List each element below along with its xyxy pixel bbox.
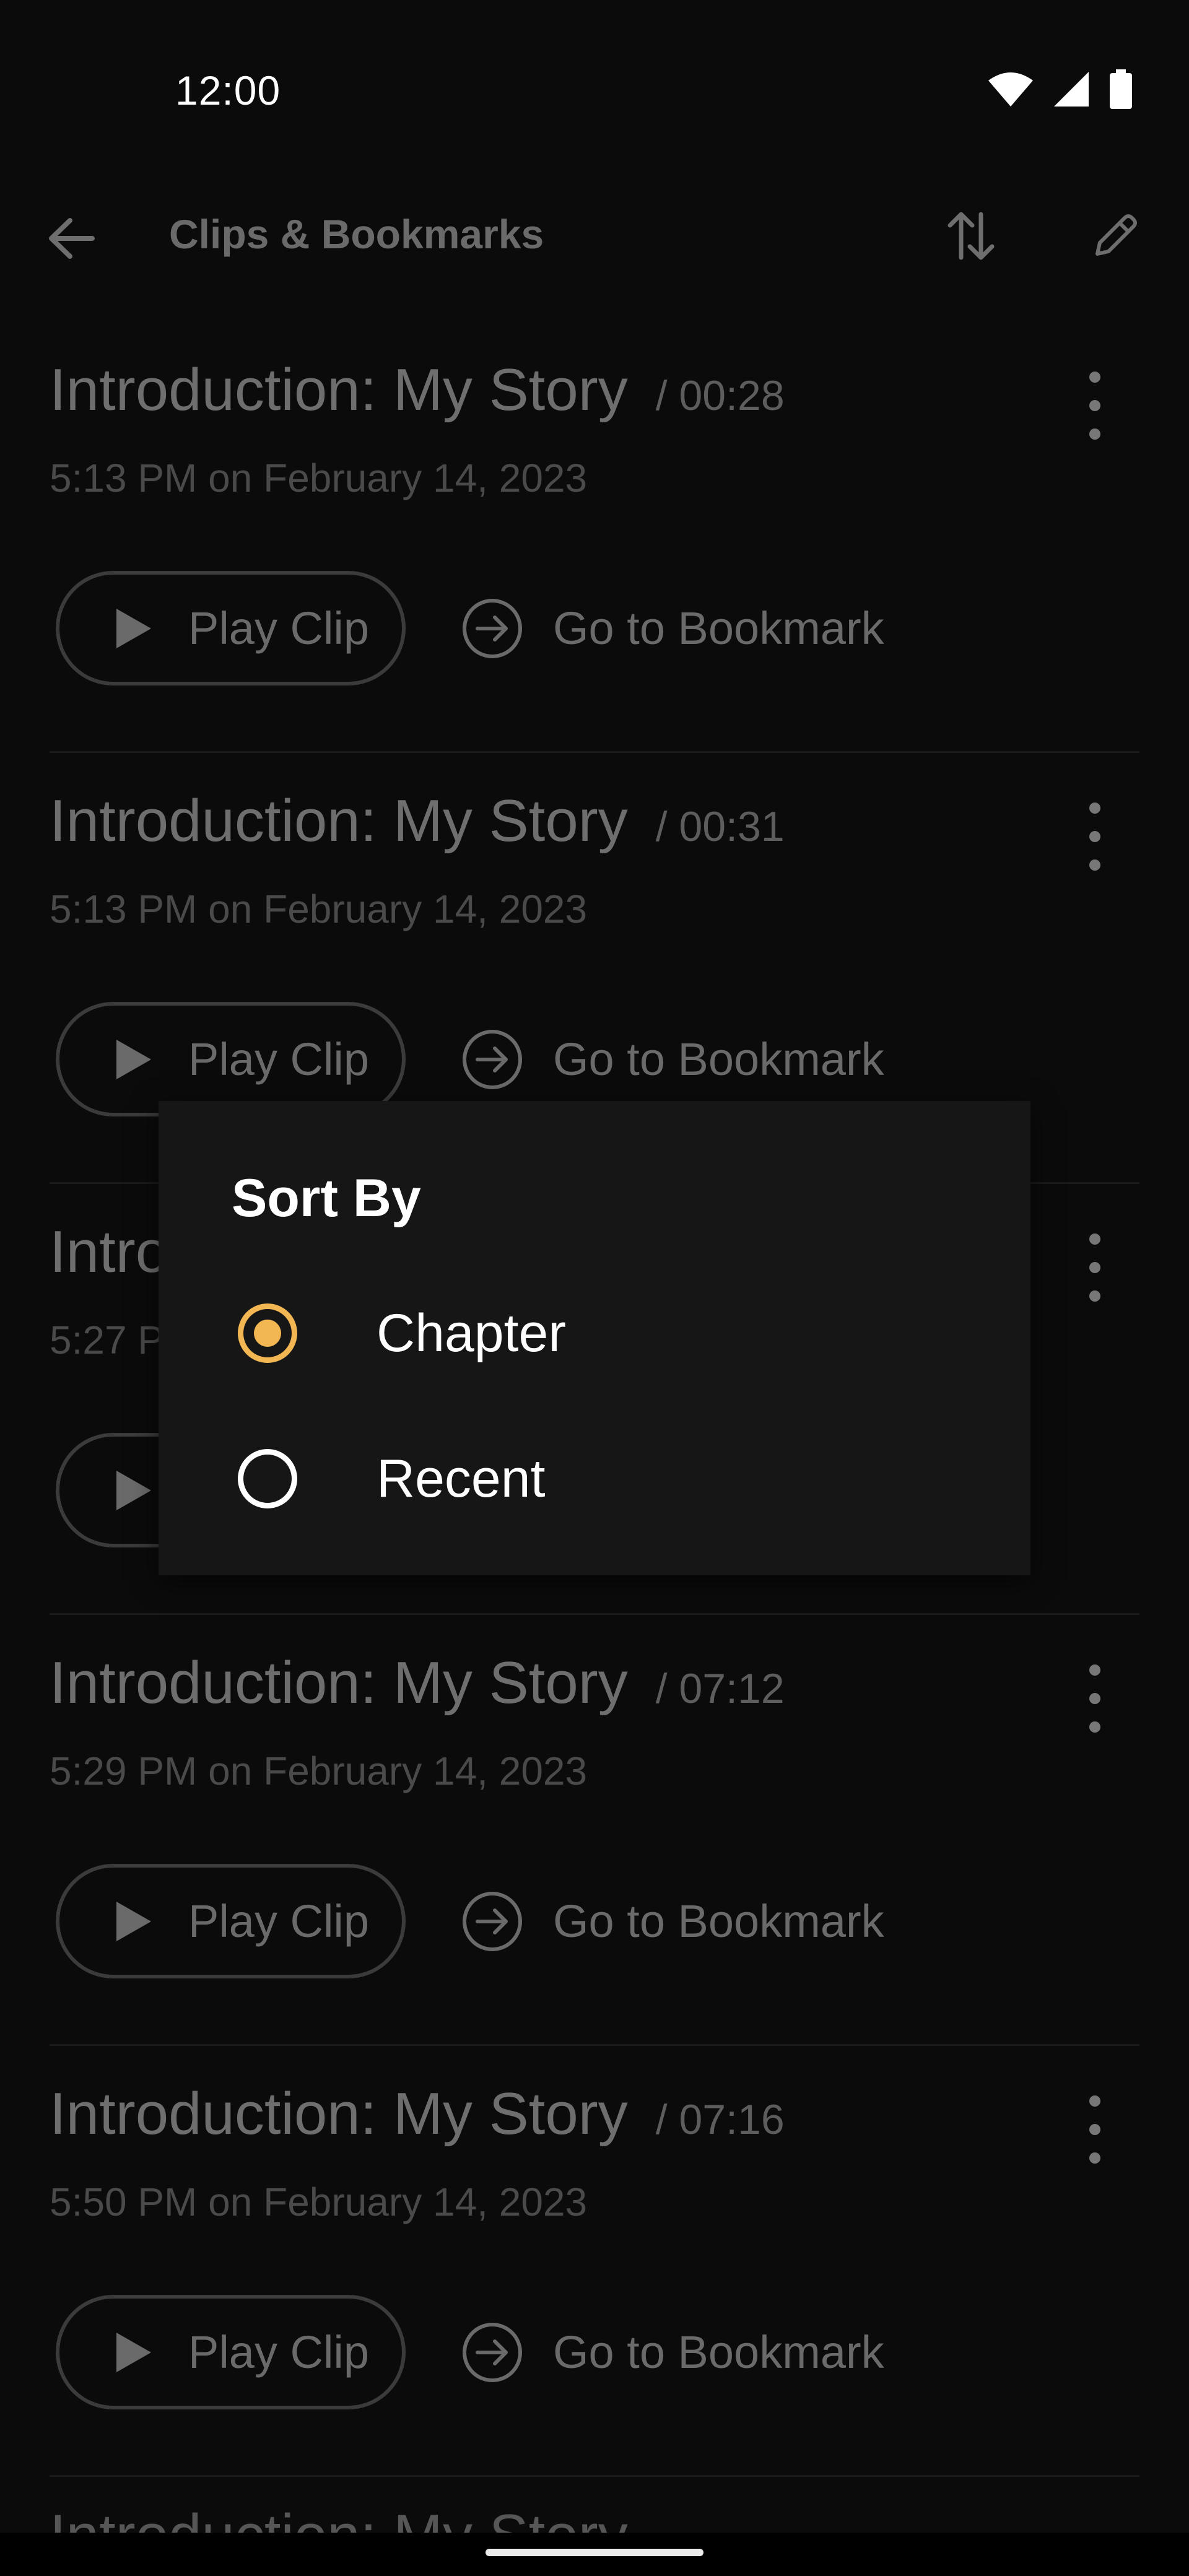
sort-option-chapter[interactable]: Chapter <box>159 1265 1030 1401</box>
arrow-right-circle-icon <box>463 1029 522 1089</box>
clip-title: Intro <box>50 1219 169 1285</box>
clip-duration: / 07:16 <box>655 2096 785 2143</box>
sort-arrows-icon <box>947 212 995 260</box>
item-title-row: Introduction: My Story / 07:12 <box>50 1649 785 1717</box>
arrow-right-circle-icon <box>463 2322 522 2382</box>
signal-icon <box>1054 72 1089 107</box>
list-item: Introduction: My Story / 07:12 5:29 PM o… <box>50 1615 1139 2046</box>
clip-date: 5:29 PM on February 14, 2023 <box>50 1749 588 1793</box>
item-title-row: Intro <box>50 1218 168 1286</box>
go-to-bookmark-label: Go to Bookmark <box>553 1895 884 1947</box>
screen: 12:00 Clips & Bookmarks Introduction: My… <box>0 0 1189 2576</box>
play-icon <box>116 2332 151 2372</box>
back-button[interactable] <box>40 207 102 269</box>
play-clip-label: Play Clip <box>188 2326 369 2378</box>
go-to-bookmark-label: Go to Bookmark <box>553 2326 884 2378</box>
play-icon <box>116 1039 151 1079</box>
play-clip-button[interactable]: Play Clip <box>56 2295 406 2409</box>
clip-title: Introduction: My Story <box>50 357 628 423</box>
wifi-icon <box>988 72 1033 107</box>
play-clip-label: Play Clip <box>188 603 369 654</box>
list-item: Introduction: My Story / 07:16 5:50 PM o… <box>50 2046 1139 2477</box>
sort-dialog: Sort By Chapter Recent <box>159 1101 1030 1575</box>
go-to-bookmark-button[interactable]: Go to Bookmark <box>461 1002 884 1116</box>
play-clip-label: Play Clip <box>188 1895 369 1947</box>
go-to-bookmark-button[interactable]: Go to Bookmark <box>461 1864 884 1978</box>
item-title-row: Introduction: My Story / 00:28 <box>50 356 785 424</box>
list-item: Introduction: My Story / 00:28 5:13 PM o… <box>50 322 1139 753</box>
status-bar: 12:00 <box>0 0 1189 186</box>
pencil-icon <box>1095 214 1137 256</box>
sort-option-label: Recent <box>377 1448 546 1508</box>
arrow-left-icon <box>49 218 95 259</box>
play-clip-button[interactable]: Play Clip <box>56 1002 406 1116</box>
clip-duration: / 07:12 <box>655 1665 785 1712</box>
go-to-bookmark-label: Go to Bookmark <box>553 1033 884 1085</box>
play-clip-button[interactable]: Play Clip <box>56 1864 406 1978</box>
clip-title: Introduction: My Story <box>50 788 628 854</box>
arrow-right-circle-icon <box>463 598 522 658</box>
radio-unchecked-icon[interactable] <box>238 1449 297 1508</box>
clip-date: 5:27 P <box>50 1318 165 1362</box>
clip-date: 5:13 PM on February 14, 2023 <box>50 887 588 931</box>
arrow-right-circle-icon <box>463 1891 522 1951</box>
more-options-icon[interactable] <box>1082 1234 1107 1302</box>
go-to-bookmark-button[interactable]: Go to Bookmark <box>461 2295 884 2409</box>
play-icon <box>116 608 151 648</box>
item-title-row: Introduction: My Story / 07:16 <box>50 2080 785 2148</box>
clip-date: 5:13 PM on February 14, 2023 <box>50 456 588 500</box>
play-icon <box>116 1901 151 1941</box>
clip-duration: / 00:31 <box>655 803 785 850</box>
play-clip-button[interactable]: Play Clip <box>56 571 406 685</box>
radio-checked-icon[interactable] <box>238 1303 297 1363</box>
more-options-icon[interactable] <box>1082 1664 1107 1733</box>
play-clip-label: Play Clip <box>188 1033 369 1085</box>
go-to-bookmark-label: Go to Bookmark <box>553 603 884 654</box>
status-icons <box>987 69 1133 109</box>
clip-title: Introduction: My Story <box>50 1650 628 1716</box>
sort-option-recent[interactable]: Recent <box>159 1411 1030 1547</box>
clip-duration: / 00:28 <box>655 372 785 419</box>
clip-date: 5:50 PM on February 14, 2023 <box>50 2180 588 2224</box>
sort-option-label: Chapter <box>377 1303 566 1363</box>
gesture-handle[interactable] <box>486 2549 703 2556</box>
app-bar: Clips & Bookmarks <box>0 186 1189 285</box>
more-options-icon[interactable] <box>1082 803 1107 871</box>
play-icon <box>116 1470 151 1510</box>
battery-icon <box>1110 69 1132 109</box>
clip-title: Introduction: My Story <box>50 2081 628 2147</box>
more-options-icon[interactable] <box>1082 372 1107 440</box>
edit-button[interactable] <box>1085 204 1147 266</box>
page-title: Clips & Bookmarks <box>169 211 544 257</box>
sort-button[interactable] <box>940 204 1002 266</box>
dialog-title: Sort By <box>232 1168 421 1228</box>
go-to-bookmark-button[interactable]: Go to Bookmark <box>461 571 884 685</box>
more-options-icon[interactable] <box>1082 2095 1107 2164</box>
item-title-row: Introduction: My Story / 00:31 <box>50 787 785 855</box>
status-time: 12:00 <box>175 67 281 113</box>
